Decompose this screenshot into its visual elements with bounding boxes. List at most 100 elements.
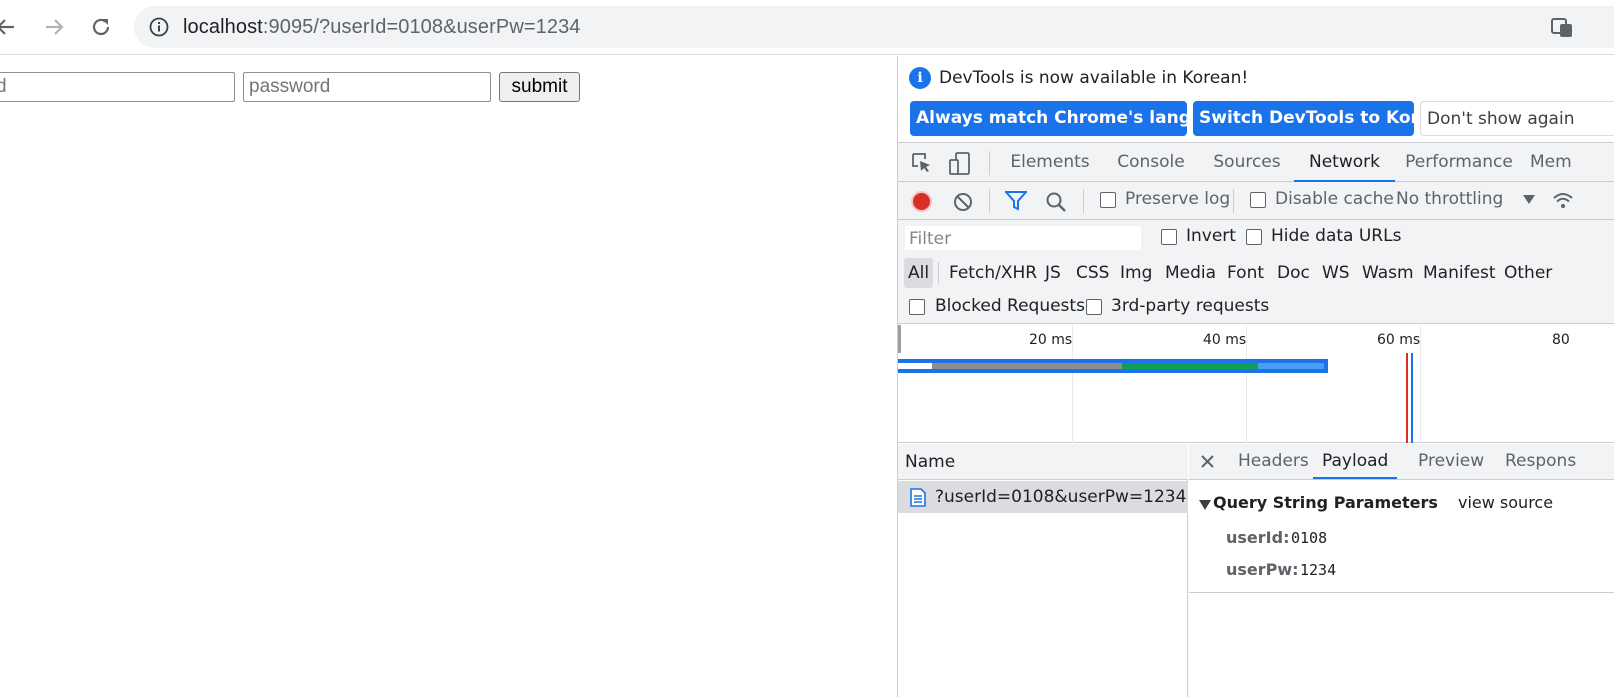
filter-input[interactable]: Filter bbox=[904, 225, 1142, 251]
back-arrow-icon bbox=[0, 19, 14, 35]
third-party-checkbox[interactable] bbox=[1086, 299, 1102, 315]
load-event-line bbox=[1406, 353, 1408, 443]
translate-icon[interactable] bbox=[1551, 18, 1573, 38]
request-details: Headers Payload Preview Respons Query St… bbox=[1189, 444, 1614, 697]
type-filter-css[interactable]: CSS bbox=[1076, 258, 1109, 288]
type-filter-font[interactable]: Font bbox=[1227, 258, 1264, 288]
filter-icon[interactable] bbox=[1005, 191, 1027, 211]
url-path: :9095/?userId=0108&userPw=1234 bbox=[262, 16, 581, 38]
search-icon[interactable] bbox=[1045, 191, 1067, 213]
web-page: d password submit bbox=[0, 56, 897, 697]
inspect-element-icon[interactable] bbox=[910, 151, 934, 175]
dropdown-arrow-icon[interactable] bbox=[1523, 195, 1535, 205]
type-filter-js[interactable]: JS bbox=[1045, 258, 1061, 288]
type-divider bbox=[938, 262, 939, 284]
toolbar-divider bbox=[989, 189, 990, 213]
throttling-select[interactable]: No throttling bbox=[1396, 189, 1503, 209]
user-id-input[interactable]: d bbox=[0, 72, 235, 102]
always-match-language-button[interactable]: Always match Chrome's language bbox=[910, 101, 1238, 136]
type-filter-img[interactable]: Img bbox=[1120, 258, 1152, 288]
param-value: 0108 bbox=[1291, 529, 1328, 547]
preserve-log-checkbox[interactable] bbox=[1100, 192, 1116, 208]
password-placeholder: password bbox=[249, 76, 331, 97]
view-source-link[interactable]: view source bbox=[1458, 493, 1553, 512]
reload-icon bbox=[92, 18, 110, 36]
infobar-message: DevTools is now available in Korean! bbox=[939, 68, 1249, 88]
tab-network[interactable]: Network bbox=[1294, 143, 1395, 182]
network-conditions-icon[interactable] bbox=[1552, 190, 1574, 212]
network-filter-bar: Filter Invert Hide data URLs All Fetch/X… bbox=[898, 220, 1614, 324]
back-button[interactable] bbox=[0, 9, 24, 45]
forward-button[interactable] bbox=[36, 9, 72, 45]
invert-checkbox[interactable] bbox=[1161, 229, 1177, 245]
device-toolbar-icon[interactable] bbox=[948, 151, 974, 177]
info-icon: i bbox=[909, 67, 931, 89]
blocked-requests-checkbox[interactable] bbox=[909, 299, 925, 315]
url-text[interactable]: localhost:9095/?userId=0108&userPw=1234 bbox=[183, 16, 581, 39]
param-key: userId: bbox=[1226, 528, 1290, 547]
submit-button[interactable]: submit bbox=[499, 72, 580, 102]
toolbar-divider bbox=[989, 151, 990, 175]
param-key: userPw: bbox=[1226, 560, 1299, 579]
tab-sources[interactable]: Sources bbox=[1203, 143, 1291, 182]
dom-content-loaded-line bbox=[1411, 353, 1413, 443]
language-infobar: i DevTools is now available in Korean! A… bbox=[898, 56, 1614, 142]
name-column-header[interactable]: Name bbox=[898, 444, 1188, 480]
type-filter-wasm[interactable]: Wasm bbox=[1362, 258, 1414, 288]
tab-payload[interactable]: Payload bbox=[1313, 444, 1398, 479]
site-info-icon[interactable] bbox=[149, 17, 169, 37]
user-id-input-text: d bbox=[0, 76, 7, 97]
details-tabbar: Headers Payload Preview Respons bbox=[1189, 444, 1614, 480]
tick-label: 60 ms bbox=[1377, 332, 1421, 348]
disable-cache-checkbox[interactable] bbox=[1250, 192, 1266, 208]
filter-placeholder: Filter bbox=[909, 229, 952, 249]
tab-headers[interactable]: Headers bbox=[1238, 444, 1309, 479]
forward-arrow-icon bbox=[46, 19, 64, 35]
tab-console[interactable]: Console bbox=[1106, 143, 1196, 182]
invert-label: Invert bbox=[1186, 226, 1236, 246]
type-filter-fetch-xhr[interactable]: Fetch/XHR bbox=[949, 258, 1037, 288]
hide-data-urls-label: Hide data URLs bbox=[1271, 226, 1402, 246]
type-filter-all[interactable]: All bbox=[904, 258, 934, 288]
disable-cache-label: Disable cache bbox=[1275, 189, 1394, 209]
request-name: ?userId=0108&userPw=1234 bbox=[935, 487, 1187, 507]
request-timing-bar bbox=[898, 359, 1328, 373]
tick-label: 20 ms bbox=[1029, 332, 1073, 348]
switch-to-korean-button[interactable]: Switch DevTools to Korean bbox=[1193, 101, 1454, 136]
overview-handle[interactable] bbox=[898, 325, 901, 353]
param-value: 1234 bbox=[1300, 561, 1337, 579]
network-overview[interactable]: 20 ms 40 ms 60 ms 80 bbox=[898, 325, 1614, 443]
collapse-triangle-icon[interactable] bbox=[1199, 500, 1211, 510]
request-row[interactable]: ?userId=0108&userPw=1234 bbox=[898, 481, 1188, 513]
hide-data-urls-checkbox[interactable] bbox=[1246, 229, 1262, 245]
tab-memory[interactable]: Mem bbox=[1530, 143, 1590, 182]
type-filter-other[interactable]: Other bbox=[1504, 258, 1552, 288]
password-input[interactable]: password bbox=[243, 72, 491, 102]
tab-preview[interactable]: Preview bbox=[1418, 444, 1484, 479]
tab-response[interactable]: Respons bbox=[1505, 444, 1576, 479]
third-party-label: 3rd-party requests bbox=[1111, 296, 1270, 316]
reload-button[interactable] bbox=[83, 9, 119, 45]
devtools-tabbar: Elements Console Sources Network Perform… bbox=[898, 142, 1614, 182]
tab-elements[interactable]: Elements bbox=[1002, 143, 1098, 182]
tick-label: 80 bbox=[1552, 332, 1570, 348]
dont-show-again-button[interactable]: Don't show again bbox=[1420, 101, 1614, 136]
clear-icon[interactable] bbox=[952, 191, 974, 213]
close-icon[interactable] bbox=[1201, 455, 1214, 468]
document-icon bbox=[910, 488, 926, 507]
request-list: Name ?userId=0108&userPw=1234 bbox=[898, 444, 1188, 697]
toolbar-divider bbox=[1083, 189, 1084, 213]
record-button[interactable] bbox=[911, 191, 932, 212]
type-filter-media[interactable]: Media bbox=[1165, 258, 1216, 288]
section-title[interactable]: Query String Parameters bbox=[1213, 493, 1438, 512]
url-host: localhost bbox=[183, 16, 263, 38]
address-bar[interactable]: localhost:9095/?userId=0108&userPw=1234 bbox=[134, 6, 1614, 48]
network-toolbar: Preserve log Disable cache No throttling bbox=[898, 182, 1614, 220]
tick-label: 40 ms bbox=[1203, 332, 1247, 348]
type-filter-ws[interactable]: WS bbox=[1322, 258, 1350, 288]
query-string-section: Query String Parameters view source user… bbox=[1189, 481, 1614, 593]
tab-performance[interactable]: Performance bbox=[1400, 143, 1518, 182]
blocked-requests-label: Blocked Requests bbox=[935, 296, 1085, 316]
type-filter-manifest[interactable]: Manifest bbox=[1423, 258, 1496, 288]
type-filter-doc[interactable]: Doc bbox=[1277, 258, 1310, 288]
